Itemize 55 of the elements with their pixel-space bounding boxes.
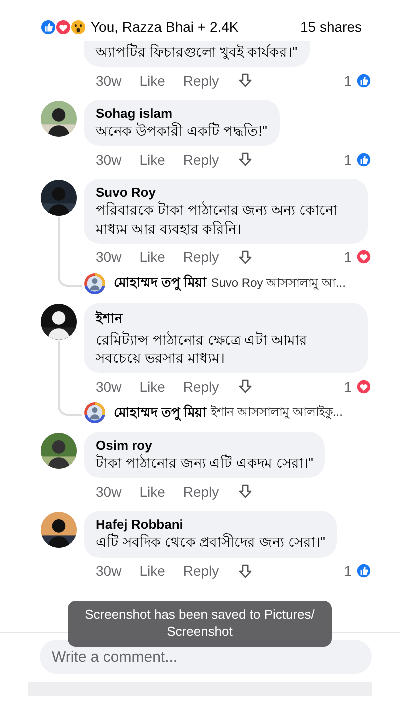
comment-time: 30w (96, 249, 122, 266)
like-reaction-icon (356, 152, 372, 168)
reply-link[interactable]: Reply (183, 563, 220, 579)
like-reaction-icon (356, 563, 372, 579)
comment-author[interactable]: Sohag islam (96, 106, 268, 122)
comment-time: 30w (96, 484, 122, 500)
down-arrow-icon[interactable] (237, 248, 254, 266)
comment-author[interactable]: Suvo Roy (96, 185, 356, 200)
reply-link[interactable]: Reply (183, 152, 220, 168)
reaction-count: 1 (344, 378, 352, 395)
down-arrow-icon[interactable] (237, 378, 254, 396)
down-arrow-icon[interactable] (237, 72, 254, 90)
toast-message: Screenshot has been saved to Pictures/ Screenshot (68, 601, 332, 647)
wow-reaction-icon (70, 18, 87, 36)
shares-count[interactable]: 15 shares (300, 19, 362, 35)
like-link[interactable]: Like (140, 563, 166, 579)
comment-text: পরিবারকে টাকা পাঠানোর জন্য অন্য কোনো মাধ্যম আর ব্যবহার করিনি। (96, 201, 339, 238)
reaction-count: 1 (344, 152, 352, 168)
reply-author[interactable]: মোহাম্মদ তপু মিয়া (114, 273, 208, 294)
love-reaction-icon (356, 378, 372, 395)
like-reaction-icon (356, 72, 372, 89)
reply-link[interactable]: Reply (183, 72, 220, 89)
reaction-summary[interactable]: You, Razza Bhai + 2.4K (91, 19, 239, 35)
down-arrow-icon[interactable] (237, 151, 254, 168)
down-arrow-icon[interactable] (237, 562, 254, 580)
reply-author[interactable]: মোহাম্মদ তপু মিয়া (114, 402, 208, 424)
reply-link[interactable]: Reply (183, 484, 220, 500)
comment-time: 30w (96, 72, 122, 89)
like-link[interactable]: Like (140, 72, 166, 89)
like-link[interactable]: Like (140, 378, 166, 395)
comment-text: রেমিট্যান্স পাঠানোর ক্ষেত্রে এটা আমার সবচেয়ে ভরসার মাধ্যম। (96, 330, 309, 368)
love-reaction-icon (55, 18, 72, 36)
comment-author[interactable]: ইশান (96, 308, 356, 330)
like-link[interactable]: Like (140, 484, 166, 500)
like-link[interactable]: Like (140, 249, 166, 266)
comment-author[interactable]: Hafej Robbani (96, 517, 326, 532)
reaction-count: 1 (344, 563, 352, 579)
reaction-count: 1 (344, 249, 352, 266)
comment-time: 30w (96, 378, 122, 395)
reaction-count: 1 (344, 72, 352, 89)
comment-author[interactable]: Osim roy (96, 438, 314, 454)
reply-preview[interactable]: ইশান আসসালামু আলাইকু... (211, 403, 343, 424)
reply-link[interactable]: Reply (183, 249, 220, 266)
comment-time: 30w (96, 152, 122, 168)
comment-time: 30w (96, 563, 122, 579)
down-arrow-icon[interactable] (237, 483, 254, 500)
comment-text: টাকা পাঠানোর জন্য এটি একদম সেরা।" (96, 454, 314, 472)
like-reaction-icon (40, 18, 57, 36)
reply-link[interactable]: Reply (183, 378, 220, 395)
comment-text: এটি সবদিক থেকে প্রবাসীদের জন্য সেরা।" (96, 533, 326, 552)
reply-preview[interactable]: Suvo Roy আসসালামু আ... (211, 274, 346, 294)
comment-text: অনেক উপকারী একটি পদ্ধতি!" (96, 122, 268, 140)
love-reaction-icon (356, 249, 372, 266)
like-link[interactable]: Like (140, 152, 166, 168)
comment-text: অ্যাপটির ফিচারগুলো খুবই কার্যকর।" (96, 43, 298, 62)
